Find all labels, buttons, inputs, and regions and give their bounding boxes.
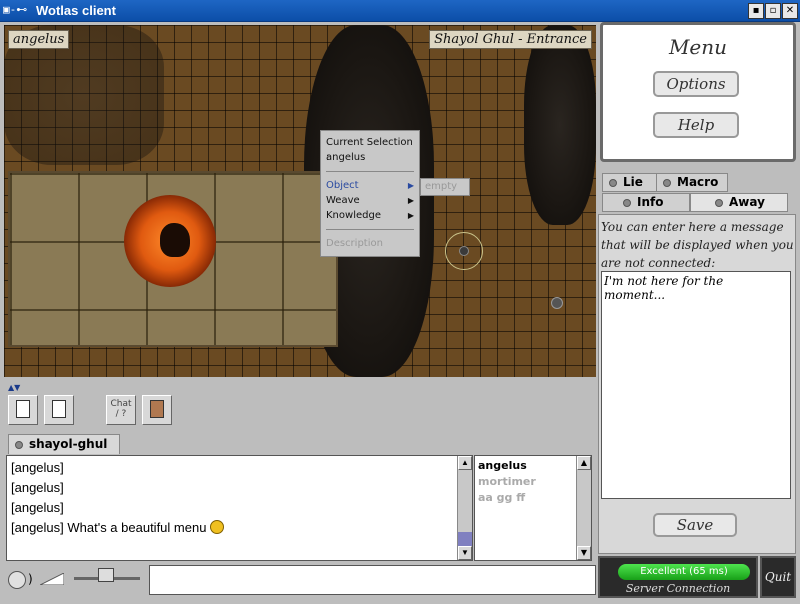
chat-sub-label: / ? [115,409,127,419]
document-icon [16,400,30,418]
context-item-label: Object [326,180,359,191]
context-item-object[interactable]: Object ▶ [326,178,414,193]
chat-line: [angelus] [11,500,64,515]
tab-info[interactable]: Info [602,193,690,212]
bullet-icon [15,440,23,449]
menu-title: Menu [668,35,728,59]
player-portrait-button[interactable] [142,395,172,425]
submenu-arrow-icon: ▶ [407,211,414,220]
chat-label: Chat [110,399,132,409]
volume-icon [40,573,64,585]
close-button[interactable]: ✕ [782,3,798,19]
splitter[interactable]: ▲▼ [4,379,596,392]
chat-help-button[interactable]: Chat / ? [106,395,136,425]
menu-divider [326,171,414,172]
sound-icon[interactable]: ) [28,572,33,586]
portrait-icon [150,400,164,418]
bullet-icon [663,178,671,187]
menu-panel: Menu Options Help [600,22,796,162]
toolbar: Chat / ? [4,392,596,430]
collapse-down-icon[interactable]: ▼ [14,383,20,392]
context-menu: Current Selection : angelus Object ▶ Weav… [320,130,420,257]
away-instructions: You can enter here a message that will b… [601,220,794,270]
panel-tabs: Lie Macro Info Away [600,173,796,215]
tab-label: Away [729,195,765,209]
slider-knob[interactable] [98,568,114,582]
player-character[interactable] [445,232,483,270]
bullet-icon [715,198,723,207]
npc-sprite-icon[interactable] [551,297,563,309]
game-view[interactable]: angelus Shayol Ghul - Entrance [4,25,596,377]
tab-label: Lie [623,175,643,189]
rock-wall-right [524,25,596,225]
scroll-down-icon[interactable]: ▼ [458,546,472,560]
context-item-weave[interactable]: Weave ▶ [326,193,414,208]
minimize-button[interactable]: ▪ [748,3,764,19]
player-sprite-icon [459,246,469,256]
away-panel: You can enter here a message that will b… [598,214,796,554]
chat-line-text: [angelus] What's a beautiful menu [11,520,207,535]
channel-tab[interactable]: shayol-ghul [8,434,120,454]
channel-tab-label: shayol-ghul [29,437,108,451]
chat-line-last: [angelus] What's a beautiful menu [11,518,468,538]
bullet-icon [623,198,631,207]
title-bar: ▣-⊷ Wotlas client ▪ ▫ ✕ [0,0,800,22]
context-selection: angelus [326,152,366,163]
context-item-knowledge[interactable]: Knowledge ▶ [326,208,414,223]
export-document-button[interactable] [44,395,74,425]
context-item-description: Description [326,238,383,249]
scroll-up-icon[interactable]: ▲ [458,456,472,470]
player-name-tag: angelus [8,30,70,49]
chat-line: [angelus] [11,460,64,475]
submenu-empty: empty [420,178,470,196]
save-button[interactable]: Save [653,513,737,537]
connection-status: Excellent (65 ms) Server Connection [598,556,758,598]
bullet-icon [609,178,617,187]
submenu-arrow-icon: ▶ [407,181,414,190]
user-list[interactable]: angelus mortimer aa gg ff ▲ ▼ [474,455,592,561]
chat-log[interactable]: [angelus] [angelus] [angelus] [angelus] … [6,455,473,561]
portal-figure [160,223,190,257]
user-item[interactable]: angelus [478,458,588,474]
maximize-button[interactable]: ▫ [765,3,781,19]
tab-macro[interactable]: Macro [656,173,728,192]
window-title: Wotlas client [36,3,116,18]
tab-away[interactable]: Away [690,193,788,212]
submenu-arrow-icon: ▶ [407,196,414,205]
location-tag: Shayol Ghul - Entrance [429,30,592,49]
scroll-thumb[interactable] [458,532,472,546]
emote-icon[interactable] [8,571,26,589]
connection-label: Server Connection [625,582,731,595]
tab-label: Info [637,195,664,209]
volume-slider[interactable] [74,568,140,582]
context-item-label: Knowledge [326,210,381,221]
options-button[interactable]: Options [653,71,739,97]
scroll-down-icon[interactable]: ▼ [577,546,591,560]
help-button[interactable]: Help [653,112,739,138]
quit-button[interactable]: Quit [760,556,796,598]
document-arrow-icon [52,400,66,418]
app-icon[interactable]: ▣-⊷ [3,3,33,19]
chat-input[interactable] [149,565,596,595]
away-message-field[interactable] [601,271,791,499]
new-document-button[interactable] [8,395,38,425]
portal-icon[interactable] [124,195,216,287]
chat-line: [angelus] [11,480,64,495]
user-item[interactable]: mortimer [478,474,588,490]
tab-label: Macro [677,175,719,189]
scroll-up-icon[interactable]: ▲ [577,456,591,470]
user-item[interactable]: aa gg ff [478,490,588,506]
users-scrollbar[interactable]: ▲ ▼ [576,456,591,560]
menu-divider [326,229,414,230]
context-header: Current Selection : [326,137,413,163]
smiley-icon [210,520,225,534]
chat-scrollbar[interactable]: ▲ ▼ [457,456,472,560]
input-bar: ) [4,563,596,597]
connection-bar: Excellent (65 ms) [618,564,750,580]
context-item-label: Weave [326,195,360,206]
